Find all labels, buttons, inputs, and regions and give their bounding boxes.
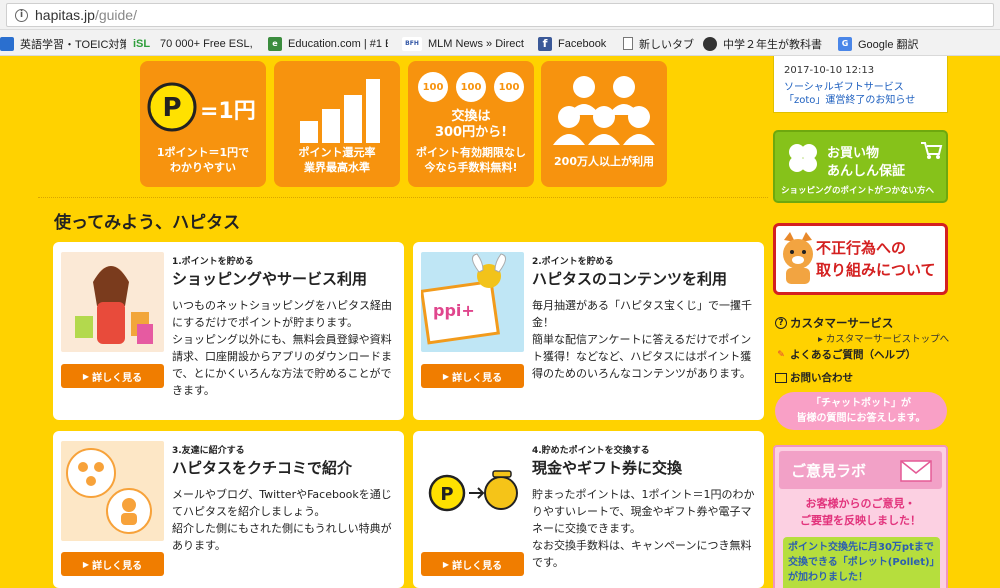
bookmark-icon — [0, 36, 14, 51]
card-title: ハピタスをクチコミで紹介 — [172, 459, 353, 477]
contact-link[interactable]: お問い合わせ — [775, 370, 853, 385]
bookmark-esl[interactable]: 70 000+ Free ESL, EF — [160, 35, 254, 52]
details-button[interactable]: ▶ 詳しく見る — [61, 364, 164, 388]
banner-subtext: ショッピングのポイントがつかない方へ — [781, 186, 935, 196]
guide-card-exchange: P ▶ 詳しく見る 4.貯めたポイントを交換する 現金やギフト券に交換 貯まったポ… — [413, 431, 764, 588]
coin-label: 100 — [460, 82, 482, 93]
svg-text:P: P — [440, 484, 453, 505]
pointer-icon: ✎ — [777, 349, 785, 360]
card-description: メールやブログ、TwitterやFacebookを通じてハピタスを紹介しましょう… — [172, 488, 392, 552]
envelope-icon — [900, 460, 932, 482]
translate-icon: G — [838, 36, 852, 51]
bfh-icon: BFH — [402, 36, 422, 51]
shopping-woman-image — [61, 252, 164, 352]
guide-card-shopping: ▶ 詳しく見る 1.ポイントを貯める ショッピングやサービス利用 いつものネットシ… — [53, 242, 404, 420]
card-step: 2.ポイントを貯める — [532, 257, 614, 267]
svg-text:ppi+: ppi+ — [433, 301, 475, 320]
bookmark-newtab[interactable]: 新しいタブ — [623, 35, 695, 52]
isl-icon: iSL — [133, 37, 151, 50]
play-icon: ▶ — [442, 559, 450, 569]
feature-caption: ポイント還元率 業界最高水準 — [298, 146, 376, 174]
mail-icon — [775, 372, 787, 383]
card-title: 現金やギフト券に交換 — [532, 459, 683, 477]
chatbot-banner[interactable]: 「チャットポット」が 皆様の質問にお答えします。 — [775, 392, 947, 430]
facebook-icon: f — [538, 36, 552, 51]
opinion-lab-header: ご意見ラボ — [779, 451, 942, 489]
news-date: 2017-10-10 12:13 — [784, 65, 875, 76]
lottery-ticket-image: ppi+ — [421, 252, 524, 352]
customer-service-link[interactable]: ? カスタマーサービス — [775, 315, 893, 331]
feature-caption: 200万人以上が利用 — [554, 155, 654, 168]
card-description: いつものネットショッピングをハピタス経由にするだけでポイントが貯まります。 ショ… — [172, 299, 392, 397]
clover-icon — [789, 144, 817, 172]
exchange-image: P — [421, 441, 524, 541]
customer-service-top-link[interactable]: ▸ カスタマーサービストップへ — [818, 331, 949, 345]
shopping-guarantee-banner[interactable]: お買い物 あんしん保証 ショッピングのポイントがつかない方へ — [773, 130, 948, 203]
card-step: 3.友達に紹介する — [172, 446, 245, 456]
education-icon: e — [268, 36, 282, 51]
question-icon: ? — [775, 317, 787, 329]
banner-text: 不正行為への — [816, 239, 907, 257]
faq-link[interactable]: ✎ よくあるご質問（ヘルプ） — [775, 347, 916, 362]
card-title: ハピタスのコンテンツを利用 — [532, 270, 728, 288]
info-icon[interactable]: i — [15, 9, 28, 22]
guide-card-contents: ppi+ ▶ 詳しく見る 2.ポイントを貯める ハピタスのコンテンツを利用 毎月抽… — [413, 242, 764, 420]
details-button[interactable]: ▶ 詳しく見る — [421, 364, 524, 388]
card-step: 4.貯めたポイントを交換する — [532, 446, 650, 456]
feature-users: 200万人以上が利用 — [541, 61, 667, 187]
coin-label: 100 — [498, 82, 520, 93]
play-icon: ▶ — [82, 371, 90, 381]
card-title: ショッピングやサービス利用 — [172, 270, 368, 288]
banner-text: 取り組みについて — [816, 261, 936, 279]
bookmark-education[interactable]: e Education.com | #1 E — [268, 35, 388, 52]
card-description: 毎月抽選がある「ハピタス宝くじ」で一攫千金！ 簡単な配信アンケートに答えるだけで… — [532, 299, 752, 380]
card-step: 1.ポイントを貯める — [172, 257, 254, 267]
bookmark-isl[interactable]: iSL — [133, 35, 157, 52]
opinion-lab-news: ポイント交換先に月30万ptまで交換できる「ポレット(Pollet)」が加わりま… — [783, 537, 940, 588]
page-content: P =1円 1ポイント＝1円で わかりやすい ポイント還元率 業界最高水準 10… — [0, 56, 1000, 588]
dog-mascot-icon — [783, 232, 813, 284]
feature-caption: ポイント有効期限なし 今なら手数料無料! — [416, 146, 526, 174]
feature-exchange: 100 100 100 交換は 300円から! ポイント有効期限なし 今なら手数… — [408, 61, 534, 187]
section-title: 使ってみよう、ハピタス — [54, 213, 241, 233]
card-description: 貯まったポイントは、1ポイント＝1円のわかりやすいレートで、現金やギフト券や電子… — [532, 488, 755, 569]
svg-text:P: P — [162, 93, 181, 123]
guide-card-referral: ▶ 詳しく見る 3.友達に紹介する ハピタスをクチコミで紹介 メールやブログ、Tw… — [53, 431, 404, 588]
globe-icon — [703, 36, 717, 51]
divider — [38, 197, 768, 198]
bookmark-google-translate[interactable]: G Google 翻訳 — [838, 35, 930, 52]
url-field[interactable]: i hapitas.jp/guide/ — [6, 3, 994, 27]
bookmark-mlm[interactable]: BFH MLM News » Direct — [402, 35, 528, 52]
news-link[interactable]: 「zoto」運営終了のお知らせ — [784, 91, 915, 106]
feature-point-rate: P =1円 1ポイント＝1円で わかりやすい — [140, 61, 266, 187]
page-icon — [623, 37, 633, 50]
address-bar: i hapitas.jp/guide/ — [0, 0, 1000, 30]
feature-return-rate: ポイント還元率 業界最高水準 — [274, 61, 400, 187]
details-button[interactable]: ▶ 詳しく見る — [61, 552, 164, 576]
opinion-lab-text: お客様からのご意見・ ご要望を反映しました！ — [800, 497, 921, 527]
play-icon: ▶ — [82, 559, 90, 569]
bookmark-facebook[interactable]: f Facebook — [538, 35, 618, 52]
banner-text: お買い物 — [827, 146, 880, 161]
opinion-lab-banner[interactable]: ご意見ラボ お客様からのご意見・ ご要望を反映しました！ ポイント交換先に月30… — [773, 445, 948, 588]
bar-graph-icon — [300, 79, 380, 143]
bookmark-chugaku[interactable]: 中学２年生が教科書 — [703, 35, 827, 52]
coin-label: 100 — [422, 82, 444, 93]
news-box: 2017-10-10 12:13 ソーシャルギフトサービス 「zoto」運営終了… — [773, 56, 948, 113]
fraud-prevention-banner[interactable]: 不正行為への 取り組みについて — [773, 223, 948, 295]
bookmark-eigo[interactable]: 英語学習・TOEIC対策 — [0, 35, 126, 52]
referral-image — [61, 441, 164, 541]
cart-icon — [921, 142, 943, 159]
play-icon: ▶ — [442, 371, 450, 381]
feature-exchange-text: 交換は 300円から! — [434, 109, 508, 140]
people-icon — [553, 76, 655, 145]
bookmarks-bar: 英語学習・TOEIC対策 iSL 70 000+ Free ESL, EF e … — [0, 30, 1000, 56]
feature-rate-text: =1円 — [200, 99, 256, 124]
banner-text: あんしん保証 — [827, 164, 906, 179]
feature-caption: 1ポイント＝1円で わかりやすい — [156, 146, 250, 174]
url-text: hapitas.jp/guide/ — [35, 7, 137, 23]
details-button[interactable]: ▶ 詳しく見る — [421, 552, 524, 576]
